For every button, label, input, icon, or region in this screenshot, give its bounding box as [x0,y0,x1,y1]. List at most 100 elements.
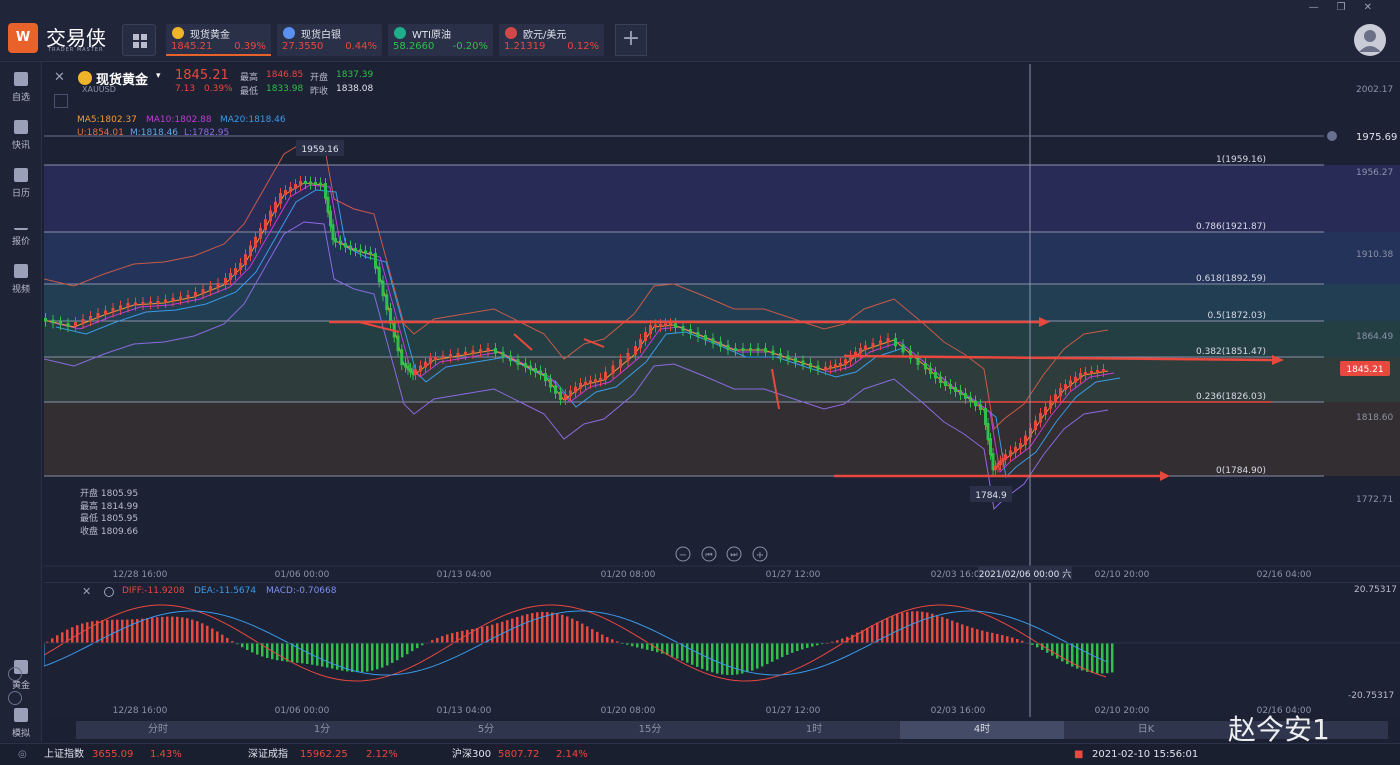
period-tab-daily[interactable]: 日K [1064,721,1228,739]
quote-tab-silver[interactable]: 现货白银 27.3550 0.44% [277,24,382,56]
symbol-price: 1845.21 [175,68,229,83]
chart-canvas[interactable]: 1(1959.16) 0.786(1921.87) 0.618(1892.59) 0.… [44,64,1400,580]
sidebar-item-news[interactable]: 快讯 [0,118,42,158]
candle [634,346,637,355]
time-axis-label: 01/27 12:00 [766,570,821,580]
candle [534,368,537,373]
candle [704,335,707,341]
candle [339,240,342,245]
macd-bar [636,643,639,648]
ticker-name: 上证指数 [44,749,84,760]
candle [509,355,512,362]
news-icon [14,120,28,134]
macd-bar [811,643,814,647]
sidebar-item-calendar[interactable]: 日历 [0,166,42,206]
candle [284,190,287,195]
candle [554,385,557,394]
quote-tab-eurusd[interactable]: 欧元/美元 1.21319 0.12% [499,24,604,56]
candle [649,325,652,334]
svg-text:⏮: ⏮ [705,550,712,559]
close-macd-button[interactable]: ✕ [82,585,91,598]
macd-bar [796,643,799,652]
sidebar-item-video[interactable]: 视频 [0,262,42,302]
symbol-dropdown-icon[interactable]: ▾ [156,71,161,81]
period-tab-5m[interactable]: 5分 [404,721,568,739]
candle [239,263,242,270]
macd-bar [201,623,204,643]
candle [589,380,592,384]
draw-tool-button[interactable] [54,94,68,108]
macd-bar [651,643,654,651]
macd-bar [926,612,929,643]
macd-bar [806,643,809,648]
macd-bar [606,636,609,643]
sidebar-item-simulate[interactable]: 模拟 [0,706,42,746]
macd-panel[interactable]: 12/28 16:00 01/06 00:00 01/13 04:00 01/20 0… [8,582,1400,717]
macd-bar [416,643,419,649]
candle [809,363,812,368]
fib-label: 0.5(1872.03) [1207,311,1266,321]
period-tab-15m[interactable]: 15分 [568,721,732,739]
candle [626,353,630,362]
macd-bar [596,631,599,643]
fib-label: 1(1959.16) [1216,155,1266,165]
candle [1034,420,1037,430]
period-tab-timeline[interactable]: 分时 [76,721,240,739]
macd-bar [561,614,564,643]
candle [681,326,685,331]
macd-bar [906,611,909,643]
bell-icon[interactable] [1327,131,1337,141]
period-selector: 分时 1分 5分 15分 1时 4时 日K [76,721,1388,739]
candle [564,394,567,400]
close-chart-button[interactable]: ✕ [54,70,65,85]
candle [764,348,767,353]
ma5-label: MA5:1802.37 [77,115,137,125]
macd-bar [206,625,209,643]
sidebar-item-gold[interactable]: 黄金 [0,658,42,698]
candle [156,301,160,304]
headset-icon[interactable]: ◎ [18,744,27,765]
candle [299,181,302,186]
macd-axis-top: 20.75317 [1354,585,1397,595]
close-icon[interactable]: ✕ [1364,2,1390,13]
restore-icon[interactable]: ❐ [1337,2,1364,13]
macd-bar [801,643,804,650]
pen-icon[interactable] [8,691,22,705]
sidebar-item-watchlist[interactable]: 自选 [0,70,42,110]
candle [829,365,832,369]
macd-bar [141,618,144,643]
minimize-icon[interactable]: — [1309,2,1337,13]
high-label: 最高 [240,73,259,83]
candlestick-chart[interactable]: 1(1959.16) 0.786(1921.87) 0.618(1892.59) 0.… [44,64,1400,580]
macd-canvas[interactable]: 12/28 16:00 01/06 00:00 01/13 04:00 01/20 0… [43,583,1400,717]
macd-bar [381,643,384,668]
macd-bar [776,643,779,660]
period-tab-1m[interactable]: 1分 [240,721,404,739]
macd-bar [376,643,379,670]
ohlc-high: 最高 1814.99 [80,501,139,512]
add-quote-button[interactable]: + [615,24,647,56]
fib-zone-6 [44,402,1400,476]
candle [734,348,737,351]
macd-time-label: 12/28 16:00 [113,706,168,716]
candle-type-icon[interactable] [8,667,22,681]
prev-close-value: 1838.08 [336,84,374,94]
peak-label: 1959.16 [301,145,338,155]
period-tab-4h[interactable]: 4时 [900,721,1064,739]
quote-tab-oil[interactable]: WTI原油 58.2660 -0.20% [388,24,493,56]
macd-bar [411,643,414,652]
candle [96,313,100,318]
sidebar-item-quotes[interactable]: 报价 [0,214,42,254]
candle [186,295,190,299]
candle [74,322,77,327]
candle [1004,454,1007,460]
quote-tab-gold[interactable]: 现货黄金 1845.21 0.39% [166,24,271,56]
grid-menu-button[interactable] [122,24,156,56]
macd-bar [346,643,349,672]
macd-bar [1051,643,1054,656]
macd-settings-icon[interactable] [104,587,114,597]
price-axis-label: 1910.38 [1356,250,1393,260]
period-tab-1h[interactable]: 1时 [732,721,896,739]
avatar[interactable] [1354,24,1386,56]
trough-label: 1784.9 [975,491,1007,501]
